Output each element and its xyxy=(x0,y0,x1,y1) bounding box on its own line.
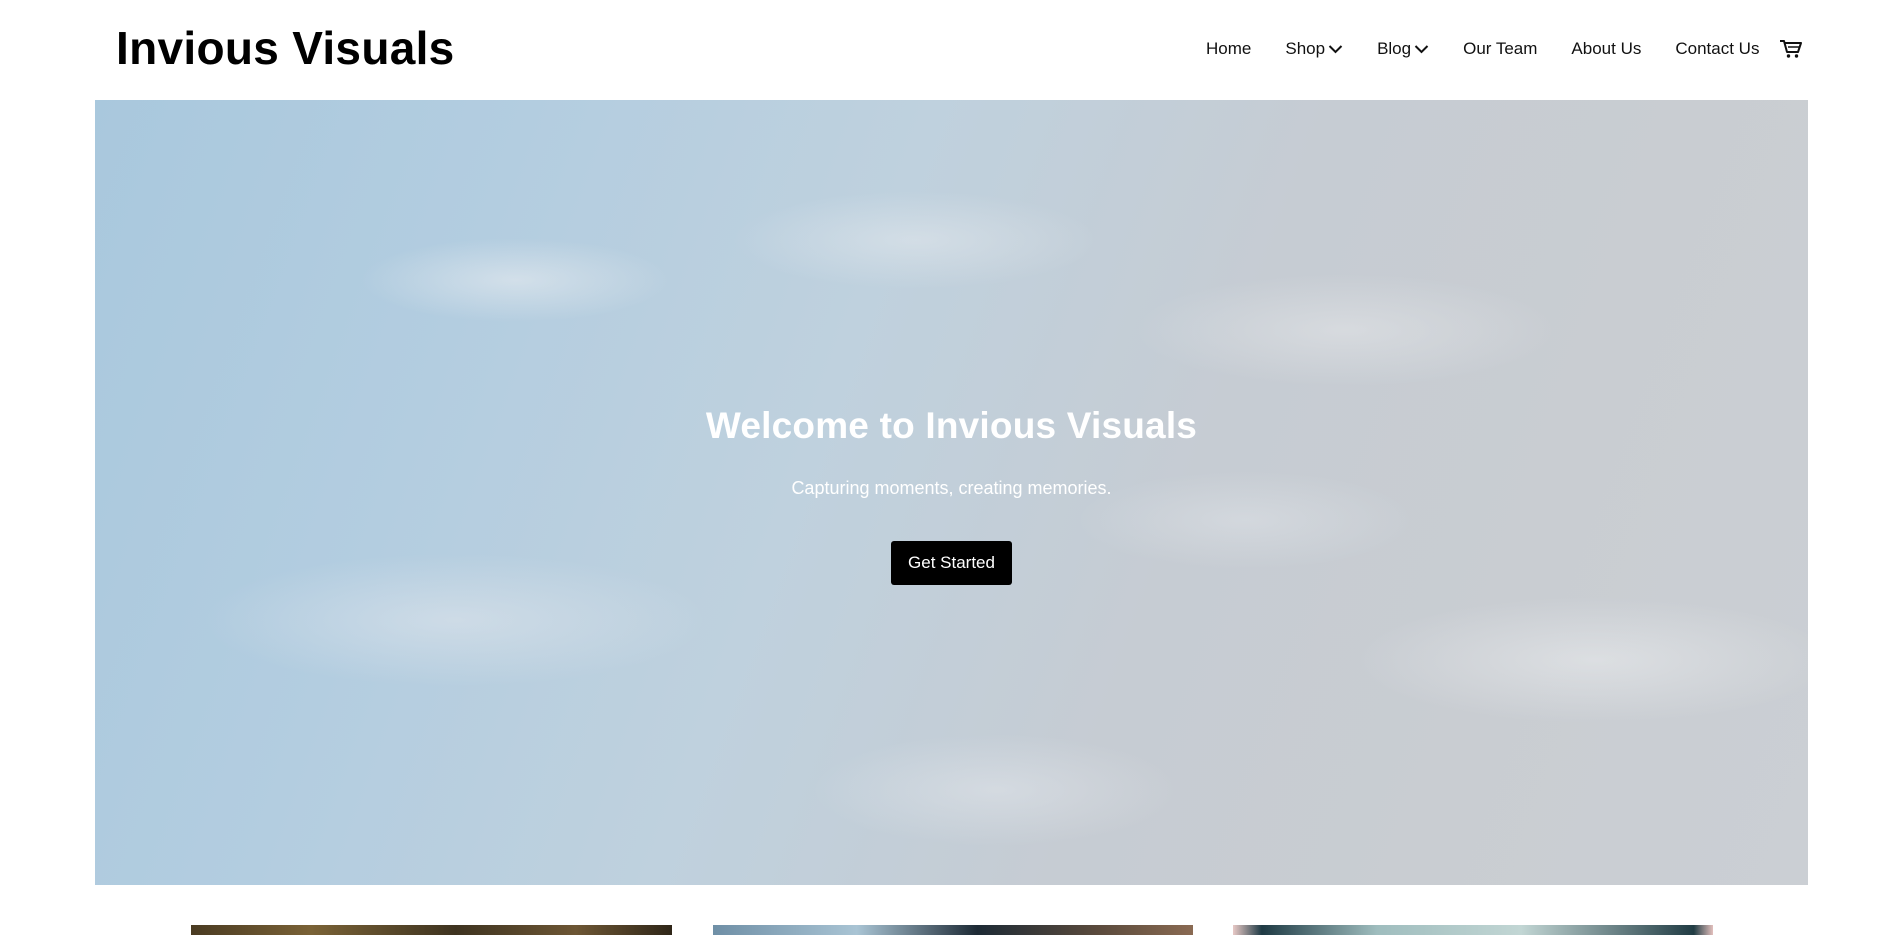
hero-content: Welcome to Invious Visuals Capturing mom… xyxy=(95,100,1808,885)
nav-item-about-us[interactable]: About Us xyxy=(1571,38,1641,60)
hero-banner: Welcome to Invious Visuals Capturing mom… xyxy=(95,100,1808,885)
nav-item-contact-us[interactable]: Contact Us xyxy=(1675,38,1759,60)
gallery-card-3[interactable] xyxy=(1233,925,1713,935)
nav-item-blog[interactable]: Blog xyxy=(1377,38,1429,60)
gallery-card-1[interactable] xyxy=(191,925,672,935)
nav-item-shop-label: Shop xyxy=(1285,39,1326,58)
gallery-card-2[interactable] xyxy=(713,925,1193,935)
nav-item-shop[interactable]: Shop xyxy=(1285,38,1343,60)
gallery-preview xyxy=(0,925,1893,935)
page: Invious Visuals Home Shop Blog Our Team xyxy=(0,0,1893,935)
nav-item-our-team-label: Our Team xyxy=(1463,39,1538,58)
hero-title: Welcome to Invious Visuals xyxy=(705,405,1198,446)
shopping-cart-icon[interactable] xyxy=(1779,38,1803,60)
get-started-button[interactable]: Get Started xyxy=(891,541,1012,585)
nav-item-blog-label: Blog xyxy=(1377,39,1412,58)
chevron-down-icon xyxy=(1414,45,1429,54)
nav-item-our-team[interactable]: Our Team xyxy=(1463,38,1537,60)
site-header: Invious Visuals Home Shop Blog Our Team xyxy=(0,0,1893,100)
nav-item-contact-us-label: Contact Us xyxy=(1675,39,1760,58)
site-logo-text[interactable]: Invious Visuals xyxy=(116,22,455,74)
chevron-down-icon xyxy=(1328,45,1343,54)
nav-item-about-us-label: About Us xyxy=(1571,39,1642,58)
nav-item-home-label: Home xyxy=(1206,39,1252,58)
nav-item-home[interactable]: Home xyxy=(1206,38,1251,60)
main-navigation: Home Shop Blog Our Team About Us Contact… xyxy=(1206,36,1803,62)
hero-subtitle: Capturing moments, creating memories. xyxy=(791,478,1112,498)
